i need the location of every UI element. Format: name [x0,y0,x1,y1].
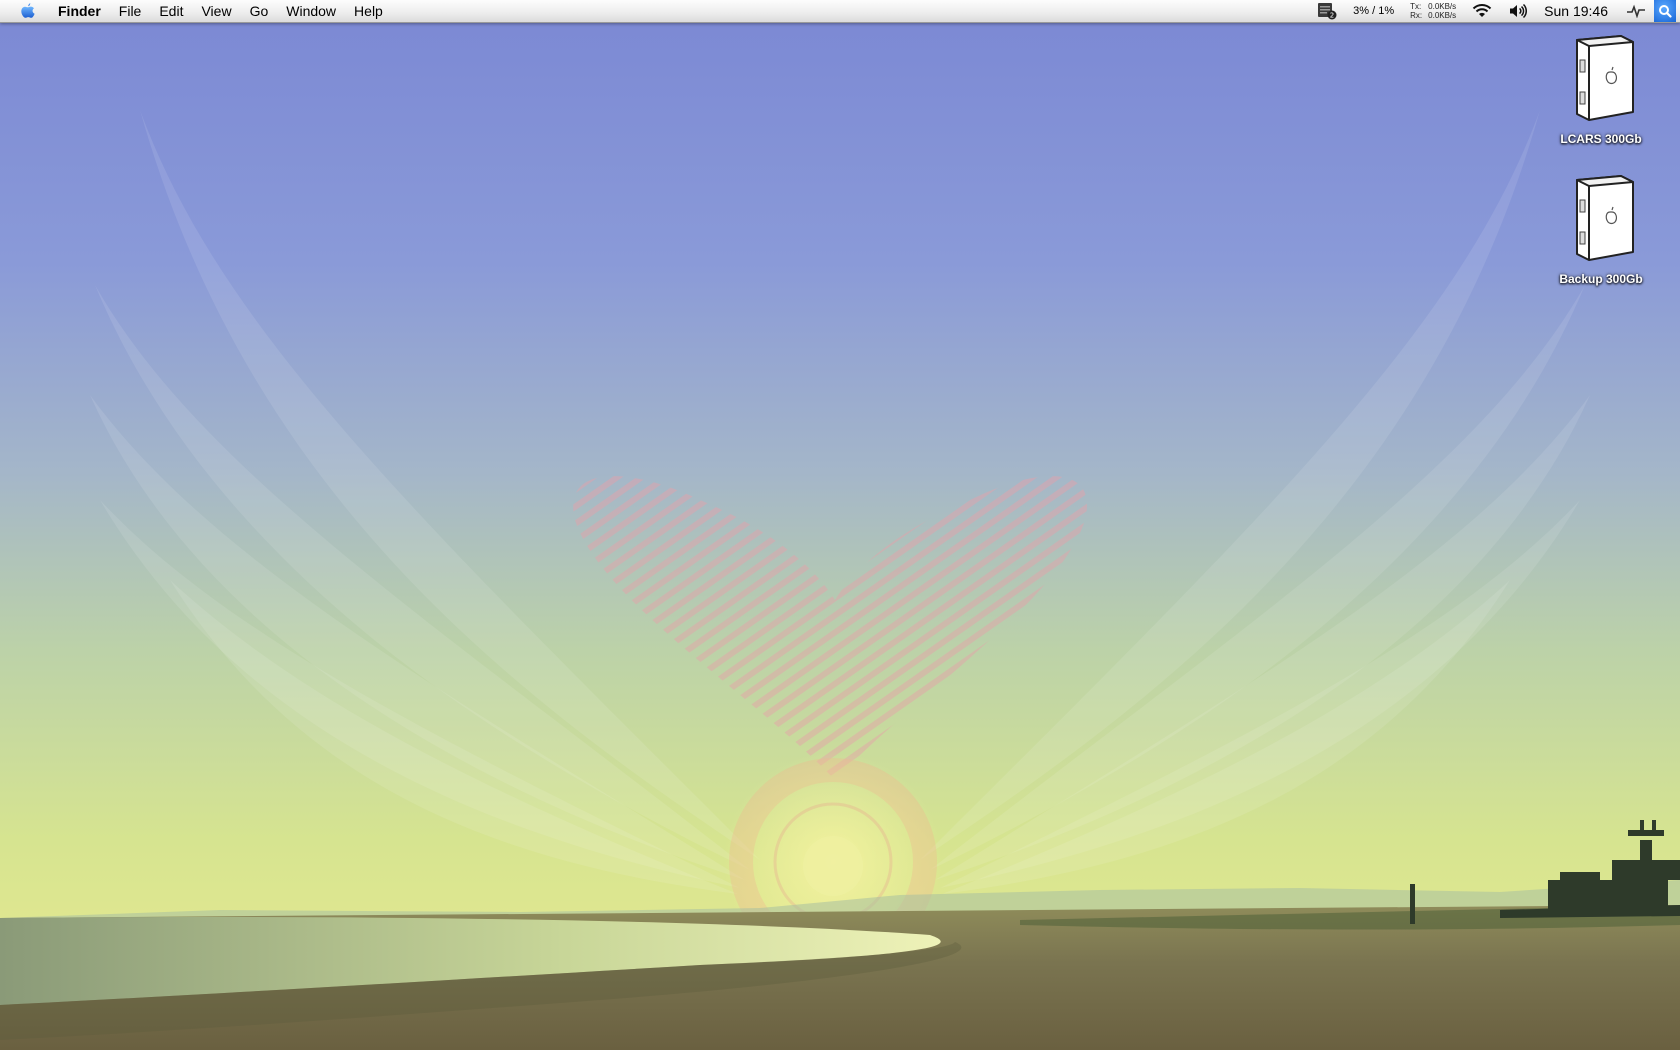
wifi-icon[interactable] [1472,0,1492,22]
cpu-meter[interactable]: 3% / 1% [1353,0,1394,22]
desktop-icon-label: Backup 300Gb [1559,272,1643,286]
menu-go[interactable]: Go [241,0,278,22]
desktop-icon-lcars-drive[interactable]: LCARS 300Gb [1541,32,1661,146]
menu-edit[interactable]: Edit [150,0,192,22]
hard-drive-icon [1576,175,1634,261]
hard-drive-icon [1576,35,1634,121]
spotlight-icon[interactable] [1654,0,1676,22]
calendar-badge: 2 [1330,12,1334,20]
menu-window[interactable]: Window [277,0,345,22]
cpu-usage-text: 3% / 1% [1353,5,1395,17]
menu-file[interactable]: File [110,0,151,22]
calendar-icon: 2 [1318,3,1337,20]
tx-label: Tx: [1410,2,1422,11]
desktop-icon-backup-drive[interactable]: Backup 300Gb [1541,172,1661,286]
menu-bar: Finder File Edit View Go Window Help 2 3… [0,0,1680,23]
desktop-wallpaper [0,110,1680,1050]
apple-icon[interactable] [16,0,38,22]
network-meter[interactable]: Tx: 0.0KB/s Rx: 0.0KB/s [1410,0,1456,22]
menu-extras: 2 3% / 1% Tx: 0.0KB/s Rx: 0.0KB/s Sun 19… [1309,0,1680,22]
calendar-extra[interactable]: 2 [1317,0,1337,22]
speaker-icon[interactable] [1508,0,1528,22]
menu-clock[interactable]: Sun 19:46 [1544,3,1608,19]
menu-view[interactable]: View [192,0,240,22]
desktop[interactable]: Finder File Edit View Go Window Help 2 3… [0,0,1680,1050]
menu-bar-left: Finder File Edit View Go Window Help [0,0,392,22]
menu-app-name[interactable]: Finder [50,0,110,22]
rx-label: Rx: [1410,11,1423,20]
menu-help[interactable]: Help [345,0,392,22]
tx-value: 0.0KB/s [1428,2,1457,11]
activity-icon[interactable] [1626,0,1646,22]
rx-value: 0.0KB/s [1428,11,1457,20]
desktop-icon-label: LCARS 300Gb [1560,132,1642,146]
